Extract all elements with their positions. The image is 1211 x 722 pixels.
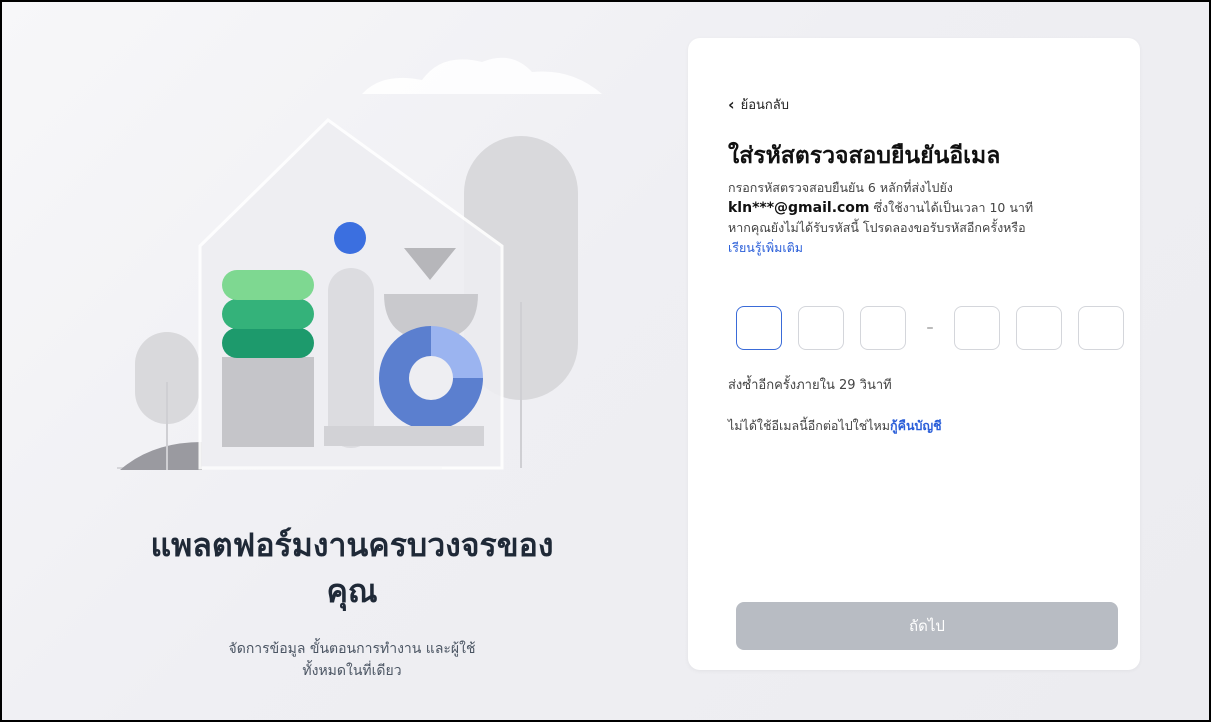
blue-dot bbox=[334, 222, 366, 254]
base-slab bbox=[324, 426, 484, 446]
resend-countdown: ส่งซ้ำอีกครั้งภายใน 29 วินาที bbox=[728, 378, 892, 393]
desc-line3: หากคุณยังไม่ได้รับรหัสนี้ โปรดลองขอรับรห… bbox=[728, 220, 1026, 235]
hero-title-line1: แพลตฟอร์มงานครบวงจรของ bbox=[150, 526, 554, 564]
chevron-left-icon: ‹ bbox=[728, 94, 735, 114]
back-button[interactable]: ‹ ย้อนกลับ bbox=[728, 94, 789, 115]
pedestal-left bbox=[222, 357, 314, 447]
otp-input-group: – bbox=[736, 306, 1124, 350]
otp-digit-4[interactable] bbox=[954, 306, 1000, 350]
no-email-text: ไม่ได้ใช้อีเมลนี้อีกต่อไปใช่ไหม bbox=[728, 418, 891, 433]
otp-separator: – bbox=[926, 320, 934, 336]
hero-subtitle: จัดการข้อมูล ขั้นตอนการทำงาน และผู้ใช้ ท… bbox=[152, 638, 552, 682]
otp-digit-2[interactable] bbox=[798, 306, 844, 350]
hero-title: แพลตฟอร์มงานครบวงจรของ คุณ bbox=[102, 522, 602, 614]
no-email-row: ไม่ได้ใช้อีเมลนี้อีกต่อไปใช่ไหมกู้คืนบัญ… bbox=[728, 416, 942, 436]
tall-capsule bbox=[328, 268, 374, 448]
verification-card: ‹ ย้อนกลับ ใส่รหัสตรวจสอบยืนยันอีเมล กรอ… bbox=[688, 38, 1140, 670]
cloud-shape bbox=[362, 57, 602, 94]
card-title: ใส่รหัสตรวจสอบยืนยันอีเมล bbox=[728, 143, 1001, 169]
hero-subtitle-line2: ทั้งหมดในที่เดียว bbox=[302, 663, 402, 679]
next-button[interactable]: ถัดไป bbox=[736, 602, 1118, 650]
hero-title-line2: คุณ bbox=[326, 572, 378, 610]
hero-illustration bbox=[117, 57, 602, 470]
page-frame: แพลตฟอร์มงานครบวงจรของ คุณ จัดการข้อมูล … bbox=[2, 2, 1209, 720]
masked-email: kln***@gmail.com bbox=[728, 200, 870, 216]
hero-subtitle-line1: จัดการข้อมูล ขั้นตอนการทำงาน และผู้ใช้ bbox=[228, 641, 476, 657]
back-label: ย้อนกลับ bbox=[740, 98, 789, 113]
learn-more-link[interactable]: เรียนรู้เพิ่มเติม bbox=[728, 240, 803, 255]
green-pill-dark bbox=[222, 328, 314, 358]
description: กรอกรหัสตรวจสอบยืนยัน 6 หลักที่ส่งไปยัง … bbox=[728, 178, 1128, 258]
desc-line1: กรอกรหัสตรวจสอบยืนยัน 6 หลักที่ส่งไปยัง bbox=[728, 180, 953, 195]
green-pill-light bbox=[222, 270, 314, 300]
otp-digit-1[interactable] bbox=[736, 306, 782, 350]
recover-account-link[interactable]: กู้คืนบัญชี bbox=[890, 418, 942, 433]
otp-digit-3[interactable] bbox=[860, 306, 906, 350]
otp-digit-5[interactable] bbox=[1016, 306, 1062, 350]
desc-line2-rest: ซึ่งใช้งานได้เป็นเวลา 10 นาที bbox=[869, 200, 1034, 215]
ground-hill bbox=[120, 442, 202, 470]
green-pill-mid bbox=[222, 299, 314, 329]
desc-line2: kln***@gmail.com ซึ่งใช้งานได้เป็นเวลา 1… bbox=[728, 198, 1128, 218]
otp-digit-6[interactable] bbox=[1078, 306, 1124, 350]
